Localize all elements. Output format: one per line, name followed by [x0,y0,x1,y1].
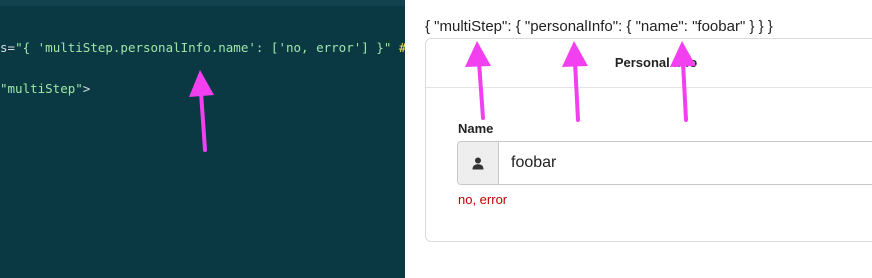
arrow-annotation-multistep [465,41,491,120]
arrow-annotation-personalinfo [562,41,588,122]
arrow-annotation-name [670,41,696,122]
annotation-arrows [189,41,696,152]
arrow-annotation-code [189,70,214,152]
